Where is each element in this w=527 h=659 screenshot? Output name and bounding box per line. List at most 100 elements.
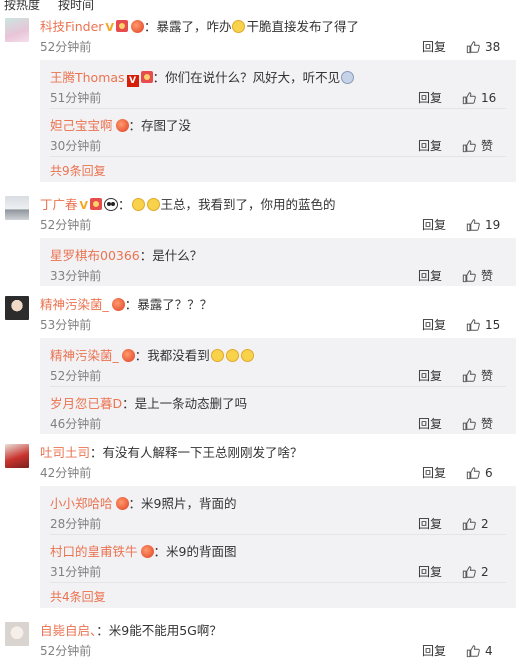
reply-list: 星罗棋布00366：是什么？ 33分钟前 回复 赞 <box>40 238 516 286</box>
reply-button[interactable]: 回复 <box>422 464 446 481</box>
reply-text: ：米9照片，背面的 <box>128 496 237 511</box>
reply-time: 31分钟前 <box>50 565 102 579</box>
like-count: 4 <box>485 643 493 658</box>
reply-text: ：米9的背面图 <box>153 544 237 559</box>
username-link[interactable]: 科技Finder <box>40 19 103 34</box>
username-link[interactable]: 王腾Thomas <box>50 70 125 85</box>
like-button[interactable]: 赞 <box>462 367 506 384</box>
avatar[interactable] <box>5 196 29 220</box>
reply-text: ：是上一条动态删了吗 <box>122 396 248 411</box>
comment-header: 精神污染菌_ ：暴露了？？？ <box>40 294 212 313</box>
like-button[interactable]: 16 <box>462 91 506 105</box>
reply-button[interactable]: 回复 <box>418 415 442 432</box>
like-count: 16 <box>481 90 497 105</box>
comment-time: 52分钟前 <box>40 218 92 232</box>
username-link[interactable]: 精神污染菌_ <box>50 348 119 363</box>
username-link[interactable]: 岁月忽已暮D <box>50 396 122 411</box>
like-count: 38 <box>485 39 501 54</box>
reply-actions: 回复 2 <box>418 563 506 580</box>
fan-medal-icon <box>140 545 154 558</box>
reply-button[interactable]: 回复 <box>418 515 442 532</box>
like-button[interactable]: 赞 <box>462 415 506 432</box>
thumbs-up-icon <box>462 139 476 152</box>
fan-medal-icon <box>115 497 129 510</box>
like-label: 赞 <box>481 417 494 431</box>
like-button[interactable]: 38 <box>466 40 510 54</box>
comment-time: 42分钟前 <box>40 466 92 480</box>
reply-actions: 回复 16 <box>418 89 506 106</box>
like-button[interactable]: 4 <box>466 644 510 658</box>
reply-button[interactable]: 回复 <box>422 642 446 659</box>
like-button[interactable]: 19 <box>466 218 510 232</box>
doge-emoji-icon <box>146 198 160 211</box>
reply-button[interactable]: 回复 <box>418 89 442 106</box>
reply-actions: 回复 赞 <box>418 367 506 384</box>
avatar[interactable] <box>5 444 29 468</box>
like-label: 赞 <box>481 139 494 153</box>
divider <box>50 156 506 157</box>
reply-time: 52分钟前 <box>50 369 102 383</box>
avatar[interactable] <box>5 18 29 42</box>
avatar[interactable] <box>5 622 29 646</box>
reply-button[interactable]: 回复 <box>418 267 442 284</box>
reply-header: 妲己宝宝啊 ：存图了没 <box>50 115 191 134</box>
username-link[interactable]: 村口的皇甫铁牛 <box>50 544 138 559</box>
reply-list: 王腾Thomas V ：你们在说什么？风好大，听不见 51分钟前 回复 16 妲己宝… <box>40 60 516 182</box>
username-link[interactable]: 精神污染菌_ <box>40 297 109 312</box>
username-link[interactable]: 吐司土司 <box>40 445 90 460</box>
comment-actions: 回复 38 <box>422 38 510 55</box>
more-replies-link[interactable]: 共4条回复 <box>50 588 106 605</box>
like-button[interactable]: 2 <box>462 517 506 531</box>
vip-crown-icon <box>140 71 153 83</box>
username-link[interactable]: 丁广春 <box>40 197 78 212</box>
username-link[interactable]: 小小郑哈哈 <box>50 496 113 511</box>
like-count: 2 <box>481 516 489 531</box>
reply-item: 妲己宝宝啊 ：存图了没 30分钟前 回复 赞 <box>50 108 516 156</box>
reply-list: 精神污染菌_ ：我都没看到 52分钟前 回复 赞 岁月忽已暮D：是上一条动态删了吗… <box>40 338 516 434</box>
red-verified-icon: V <box>126 75 139 87</box>
reply-item: 小小郑哈哈 ：米9照片，背面的 28分钟前 回复 2 <box>50 486 516 534</box>
comment-header: 自毙自启、：米9能不能用5G啊？ <box>40 620 222 639</box>
thumbs-up-icon <box>466 466 480 479</box>
reply-button[interactable]: 回复 <box>418 137 442 154</box>
more-replies-link[interactable]: 共9条回复 <box>50 162 106 179</box>
reply-button[interactable]: 回复 <box>422 216 446 233</box>
smile-emoji-icon <box>210 349 224 362</box>
like-count: 19 <box>485 217 501 232</box>
comment-text: ：暴露了，咋办 <box>143 19 232 34</box>
vip-crown-icon <box>115 20 128 32</box>
username-link[interactable]: 自毙自启、 <box>40 623 96 638</box>
comment-item: 科技Finder V ：暴露了，咋办 干脆直接发布了得了 52分钟前 回复 38 王腾… <box>0 10 527 188</box>
reply-header: 精神污染菌_ ：我都没看到 <box>50 345 255 364</box>
reply-button[interactable]: 回复 <box>418 563 442 580</box>
reply-button[interactable]: 回复 <box>422 316 446 333</box>
username-link[interactable]: 星罗棋布00366 <box>50 248 140 263</box>
thumbs-up-icon <box>466 318 480 331</box>
comment-text: ：有没有人解释一下王总刚刚发了啥？ <box>90 445 303 460</box>
reply-item: 岁月忽已暮D：是上一条动态删了吗 46分钟前 回复 赞 <box>50 386 516 434</box>
reply-time: 51分钟前 <box>50 91 102 105</box>
like-button[interactable]: 赞 <box>462 137 506 154</box>
reply-header: 小小郑哈哈 ：米9照片，背面的 <box>50 493 236 512</box>
reply-button[interactable]: 回复 <box>418 367 442 384</box>
comment-header: 科技Finder V ：暴露了，咋办 干脆直接发布了得了 <box>40 16 359 35</box>
avatar[interactable] <box>5 296 29 320</box>
comment-text: 王总，我看到了，你用的蓝色的 <box>160 197 336 212</box>
fan-medal-icon <box>130 20 144 33</box>
reply-text: ：是什么？ <box>139 248 203 263</box>
like-button[interactable]: 15 <box>466 318 510 332</box>
reply-header: 岁月忽已暮D：是上一条动态删了吗 <box>50 393 247 412</box>
reply-item: 王腾Thomas V ：你们在说什么？风好大，听不见 51分钟前 回复 16 <box>50 60 516 108</box>
thumbs-up-icon <box>462 417 476 430</box>
like-button[interactable]: 2 <box>462 565 506 579</box>
like-button[interactable]: 6 <box>466 466 510 480</box>
doge-emoji-icon <box>232 20 246 33</box>
like-button[interactable]: 赞 <box>462 267 506 284</box>
comment-item: 精神污染菌_ ：暴露了？？？ 53分钟前 回复 15 精神污染菌_ ：我都没看到 5… <box>0 288 527 436</box>
doge-emoji-icon <box>131 198 145 211</box>
thumbs-up-icon <box>466 218 480 231</box>
reply-time: 46分钟前 <box>50 417 102 431</box>
username-link[interactable]: 妲己宝宝啊 <box>50 118 113 133</box>
comment-time: 52分钟前 <box>40 644 92 658</box>
reply-button[interactable]: 回复 <box>422 38 446 55</box>
